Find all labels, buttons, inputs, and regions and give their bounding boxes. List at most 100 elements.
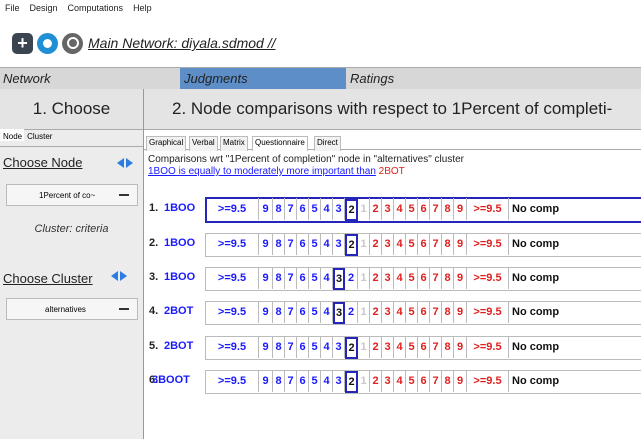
menu-file[interactable]: File bbox=[0, 0, 25, 13]
scale-cell-right[interactable]: 4 bbox=[394, 336, 406, 358]
scale-cell-right[interactable]: 8 bbox=[442, 267, 454, 289]
scale-cell-right[interactable]: 8 bbox=[442, 336, 454, 358]
scale-cell-left[interactable]: 6 bbox=[297, 233, 309, 255]
no-comparison-cell[interactable]: No comp bbox=[509, 198, 641, 220]
scale-cell-right[interactable]: 7 bbox=[430, 198, 442, 220]
tab-network[interactable]: Network bbox=[0, 68, 180, 89]
scale-cell-left[interactable]: 7 bbox=[285, 267, 297, 289]
scale-cell-left[interactable]: >=9.5 bbox=[206, 370, 259, 392]
scale-cell-left[interactable]: 8 bbox=[273, 267, 285, 289]
scale-cell-left[interactable]: 2 bbox=[345, 267, 358, 289]
scale-cell-left[interactable]: 8 bbox=[273, 233, 285, 255]
scale-cell-left[interactable]: 8 bbox=[273, 198, 285, 220]
scale-cell-selected[interactable]: 2 bbox=[345, 234, 358, 256]
scale-cell-selected[interactable]: 2 bbox=[345, 199, 358, 221]
scale-cell-left[interactable]: 7 bbox=[285, 336, 297, 358]
scale-cell-right[interactable]: 4 bbox=[394, 233, 406, 255]
scale-cell-left[interactable]: 7 bbox=[285, 370, 297, 392]
scale-cell-right[interactable]: 6 bbox=[418, 336, 430, 358]
scale-cell-left[interactable]: 4 bbox=[321, 336, 333, 358]
scale-cell-left[interactable]: 2 bbox=[345, 301, 358, 323]
scale-cell-right[interactable]: 3 bbox=[382, 233, 394, 255]
scale-cell-right[interactable]: 6 bbox=[418, 370, 430, 392]
tab-direct[interactable]: Direct bbox=[314, 136, 341, 151]
scale-cell-selected[interactable]: 3 bbox=[333, 268, 345, 290]
scale-cell-right[interactable]: 6 bbox=[418, 267, 430, 289]
scale-cell-left[interactable]: 4 bbox=[321, 267, 333, 289]
scale-cell-left[interactable]: 9 bbox=[259, 370, 273, 392]
node-select[interactable]: 1Percent of co~ bbox=[6, 184, 138, 206]
scale-cell-right[interactable]: 2 bbox=[370, 336, 382, 358]
tab-ratings[interactable]: Ratings bbox=[346, 68, 641, 89]
scale-cell-left[interactable]: 9 bbox=[259, 301, 273, 323]
scale-cell-right[interactable]: 4 bbox=[394, 198, 406, 220]
arrow-left-icon[interactable] bbox=[111, 271, 118, 281]
scale-cell-right[interactable]: 7 bbox=[430, 336, 442, 358]
arrow-left-icon[interactable] bbox=[117, 158, 124, 168]
scale-cell-right[interactable]: 8 bbox=[442, 233, 454, 255]
scale-cell-right[interactable]: 2 bbox=[370, 233, 382, 255]
no-comparison-cell[interactable]: No comp bbox=[509, 301, 641, 323]
scale-cell-right[interactable]: >=9.5 bbox=[467, 233, 509, 255]
scale-cell-selected[interactable]: 2 bbox=[345, 371, 358, 393]
scale-cell-left[interactable]: >=9.5 bbox=[206, 198, 259, 220]
no-comparison-cell[interactable]: No comp bbox=[509, 370, 641, 392]
scale-cell-right[interactable]: 6 bbox=[418, 233, 430, 255]
scale-cell-right[interactable]: >=9.5 bbox=[467, 336, 509, 358]
scale-cell-left[interactable]: >=9.5 bbox=[206, 301, 259, 323]
scale-cell-right[interactable]: 3 bbox=[382, 267, 394, 289]
scale-cell-right[interactable]: 2 bbox=[370, 370, 382, 392]
scale-cell-right[interactable]: 5 bbox=[406, 233, 418, 255]
scale-cell-right[interactable]: 5 bbox=[406, 336, 418, 358]
scale-cell-right[interactable]: 6 bbox=[418, 301, 430, 323]
scale-cell-left[interactable]: 6 bbox=[297, 267, 309, 289]
scale-cell-left[interactable]: 4 bbox=[321, 233, 333, 255]
scale-cell-right[interactable]: >=9.5 bbox=[467, 370, 509, 392]
scale-cell-right[interactable]: 5 bbox=[406, 198, 418, 220]
scale-cell-left[interactable]: 7 bbox=[285, 301, 297, 323]
search-icon[interactable] bbox=[62, 33, 83, 54]
scale-cell-right[interactable]: 9 bbox=[454, 370, 467, 392]
tab-graphical[interactable]: Graphical bbox=[146, 136, 187, 151]
cluster-select[interactable]: alternatives bbox=[6, 298, 138, 320]
menu-help[interactable]: Help bbox=[128, 0, 157, 13]
tab-questionnaire[interactable]: Questionnaire bbox=[252, 136, 308, 151]
scale-cell-right[interactable]: 4 bbox=[394, 370, 406, 392]
menu-design[interactable]: Design bbox=[25, 0, 63, 13]
scale-cell-right[interactable]: 8 bbox=[442, 301, 454, 323]
scale-cell-right[interactable]: 7 bbox=[430, 267, 442, 289]
scale-cell-right[interactable]: 4 bbox=[394, 301, 406, 323]
scale-cell-left[interactable]: 8 bbox=[273, 336, 285, 358]
scale-cell-left[interactable]: 8 bbox=[273, 370, 285, 392]
scale-cell-right[interactable]: 7 bbox=[430, 233, 442, 255]
scale-cell-left[interactable]: 3 bbox=[333, 336, 345, 358]
scale-cell-left[interactable]: >=9.5 bbox=[206, 233, 259, 255]
scale-cell-right[interactable]: 7 bbox=[430, 370, 442, 392]
scale-cell-left[interactable]: 9 bbox=[259, 336, 273, 358]
scale-cell-left[interactable]: 9 bbox=[259, 267, 273, 289]
menu-computations[interactable]: Computations bbox=[63, 0, 129, 13]
scale-cell-left[interactable]: 7 bbox=[285, 198, 297, 220]
no-comparison-cell[interactable]: No comp bbox=[509, 233, 641, 255]
scale-cell-right[interactable]: 5 bbox=[406, 370, 418, 392]
scale-cell-right[interactable]: 8 bbox=[442, 198, 454, 220]
scale-cell-right[interactable]: 9 bbox=[454, 198, 467, 220]
scale-cell-left[interactable]: 6 bbox=[297, 336, 309, 358]
scale-cell-left[interactable]: 6 bbox=[297, 370, 309, 392]
verbal-judgment-text[interactable]: 1BOO is equally to moderately more impor… bbox=[148, 166, 376, 177]
scale-cell-equal[interactable]: 1 bbox=[358, 336, 370, 358]
scale-cell-right[interactable]: 3 bbox=[382, 301, 394, 323]
scale-cell-left[interactable]: 4 bbox=[321, 301, 333, 323]
scale-cell-left[interactable]: 7 bbox=[285, 233, 297, 255]
scale-cell-right[interactable]: 9 bbox=[454, 233, 467, 255]
no-comparison-cell[interactable]: No comp bbox=[509, 267, 641, 289]
open-icon[interactable] bbox=[37, 33, 58, 54]
scale-cell-right[interactable]: 4 bbox=[394, 267, 406, 289]
scale-cell-selected[interactable]: 2 bbox=[345, 337, 358, 359]
scale-cell-equal[interactable]: 1 bbox=[358, 233, 370, 255]
scale-cell-equal[interactable]: 1 bbox=[358, 370, 370, 392]
scale-cell-left[interactable]: 4 bbox=[321, 198, 333, 220]
scale-cell-right[interactable]: 5 bbox=[406, 267, 418, 289]
scale-cell-left[interactable]: 3 bbox=[333, 370, 345, 392]
scale-cell-right[interactable]: 2 bbox=[370, 267, 382, 289]
